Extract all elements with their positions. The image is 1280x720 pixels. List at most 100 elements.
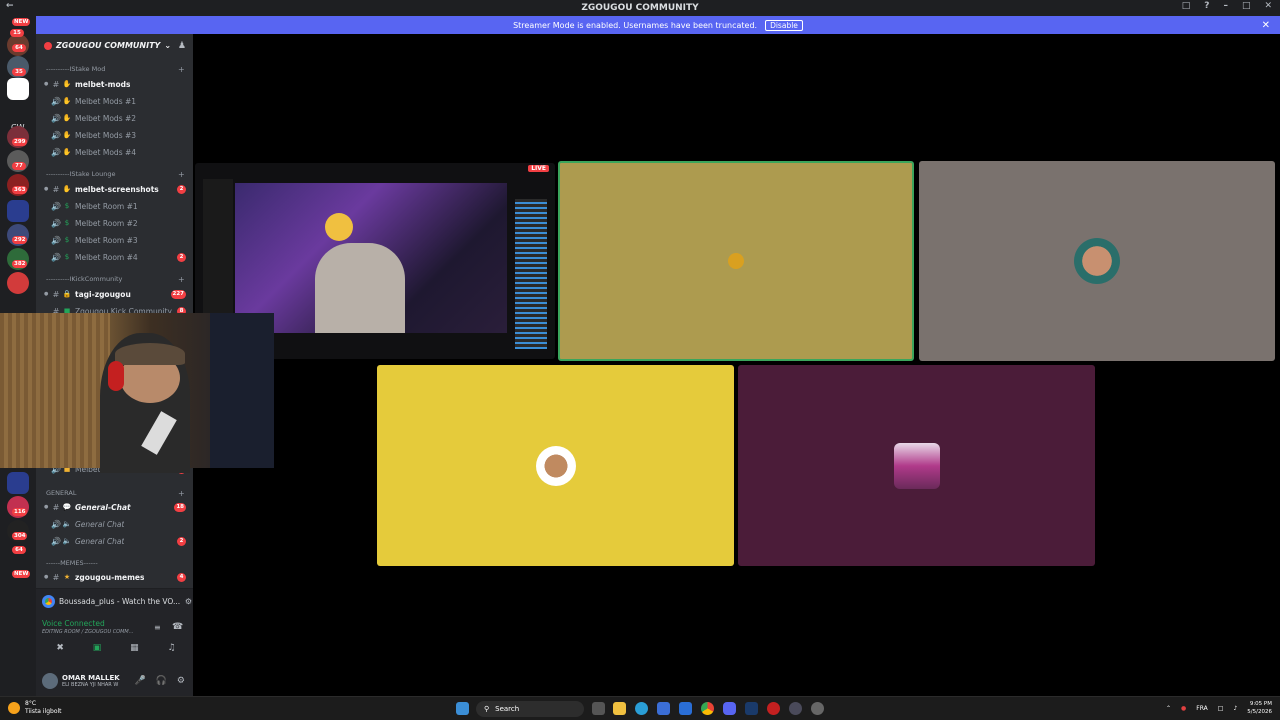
category-memes[interactable]: ------MEMES------ [46,559,98,567]
microphone-tray-icon[interactable]: ● [1181,705,1186,712]
minimize-button[interactable]: – [1223,1,1228,11]
channel-label: Melbet Room #4 [75,252,138,262]
guild-badge: 363 [12,186,28,194]
avatar[interactable] [42,673,58,689]
channel-item[interactable]: 🔊 ✋ Melbet Mods #4 [44,144,189,160]
participant-avatar [535,445,576,486]
channel-item[interactable]: 🔊 🔈 General Chat 2 [44,533,189,549]
channel-label: Melbet Room #3 [75,235,138,245]
category-stake-mod[interactable]: ----------IStake Mod + [46,65,185,74]
volume-icon[interactable]: ♪ [1233,705,1237,712]
store-icon[interactable] [657,702,670,715]
app-icon[interactable] [789,702,802,715]
channel-item[interactable]: ● # ✋ melbet-mods [44,76,189,92]
channel-item[interactable]: 🔊 ✋ Melbet Mods #1 [44,93,189,109]
folder-icon[interactable] [7,472,29,494]
category-kick-community[interactable]: ----------IKickCommunity + [46,275,185,284]
camera-off-icon[interactable]: ✖ [56,643,64,653]
user-info[interactable]: OMAR MALLEK ELI BEZNA YJI NHAR W [62,674,120,688]
taskbar-search[interactable]: ⚲ Search [476,701,584,717]
create-channel-icon[interactable]: + [178,170,185,179]
channel-item[interactable]: 🔊 $ Melbet Room #4 2 [44,249,189,265]
server-icon[interactable] [7,272,29,294]
channel-label: General Chat [75,519,125,529]
inbox-icon[interactable]: □ [1182,1,1191,11]
participant-tile[interactable] [738,365,1095,566]
channel-item[interactable]: 🔊 ✋ Melbet Mods #2 [44,110,189,126]
soundboard-icon[interactable]: ♫ [167,643,175,653]
clock[interactable]: 9:05 PM 5/5/2026 [1247,700,1272,716]
create-channel-icon[interactable]: + [178,489,185,498]
settings-icon[interactable] [811,702,824,715]
file-explorer-icon[interactable] [613,702,626,715]
speaker-icon: 🔊 [51,130,61,140]
channel-item[interactable]: ● # 🔒 tagi-zgougou 227 [44,286,189,302]
edge-icon[interactable] [635,702,648,715]
discord-taskbar-icon[interactable] [723,702,736,715]
participant-tile[interactable] [377,365,734,566]
active-server-icon[interactable] [7,78,29,100]
headphones-icon[interactable]: 🎧 [156,676,167,686]
channel-item[interactable]: 🔊 $ Melbet Room #2 [44,215,189,231]
clock-time: 9:05 PM [1249,701,1272,707]
task-view-icon[interactable] [592,702,605,715]
chrome-taskbar-icon[interactable] [701,702,714,715]
speaker-emoji-icon: 🔈 [62,520,72,528]
app-icon[interactable] [767,702,780,715]
create-channel-icon[interactable]: + [178,65,185,74]
speaker-emoji-icon: 🔈 [62,537,72,545]
disable-streamer-mode-button[interactable]: Disable [765,19,803,31]
disconnect-icon[interactable]: ☎ [172,622,183,632]
channel-item[interactable]: ● # 💬 General-Chat 18 [44,499,189,515]
mention-badge: 18 [174,502,186,512]
mention-badge: 4 [177,572,186,582]
streamer-mode-banner: Streamer Mode is enabled. Usernames have… [36,16,1280,34]
channel-item[interactable]: 🔊 🔈 General Chat [44,516,189,532]
participant-tile[interactable] [919,161,1275,361]
category-general[interactable]: GENERAL + [46,489,185,498]
language-indicator[interactable]: FRA [1196,705,1207,712]
system-tray: ⌃ ● FRA □ ♪ 9:05 PM 5/5/2026 [1166,700,1272,716]
channel-item[interactable]: 🔊 $ Melbet Room #1 [44,198,189,214]
banner-text: Streamer Mode is enabled. Usernames have… [513,20,758,30]
microphone-icon[interactable]: 🎤 [134,676,145,686]
voice-actions: ✖ ▣ ▦ ♫ [42,643,190,653]
channel-label: Melbet Room #1 [75,201,138,211]
add-user-icon[interactable]: ♟ [178,41,186,51]
voice-connected-status[interactable]: Voice Connected [42,619,105,628]
channel-item[interactable]: ● # ✋ melbet-screenshots 2 [44,181,189,197]
folder-icon[interactable] [7,200,29,222]
stream-settings-icon[interactable]: ⚙ [185,597,192,606]
window-title: ZGOUGOU COMMUNITY [581,3,699,13]
activity-text: Boussada_plus - Watch the VO... [59,596,181,606]
back-arrow-icon[interactable]: ← [6,1,14,11]
server-header[interactable]: ZGOUGOU COMMUNITY ⌄ [44,41,171,50]
maximize-button[interactable]: □ [1242,1,1251,11]
create-channel-icon[interactable]: + [178,275,185,284]
category-label: GENERAL [46,489,77,497]
windows-start-icon[interactable] [456,702,469,715]
close-banner-icon[interactable]: ✕ [1262,20,1270,31]
text-channel-icon: # [52,289,60,299]
noise-suppression-icon[interactable]: ≡ [154,623,161,632]
channel-label: melbet-mods [75,79,131,89]
activities-icon[interactable]: ▦ [130,643,139,653]
mention-badge: 227 [170,289,186,299]
steam-icon[interactable] [745,702,758,715]
screen-share-icon[interactable]: ▣ [93,643,102,653]
chevron-up-icon[interactable]: ⌃ [1166,705,1171,712]
mail-icon[interactable] [679,702,692,715]
weather-widget[interactable]: 8°C Tiista ilgbolt [8,700,62,716]
close-window-button[interactable]: ✕ [1264,1,1272,11]
participant-tile[interactable] [558,161,914,361]
channel-item[interactable]: 🔊 ✋ Melbet Mods #3 [44,127,189,143]
category-stake-lounge[interactable]: ----------IStake Lounge + [46,170,185,179]
help-icon[interactable]: ? [1204,1,1209,11]
text-channel-icon: # [52,502,60,512]
activity-row[interactable]: Boussada_plus - Watch the VO... ⚙ [42,593,192,609]
network-icon[interactable]: □ [1218,705,1224,712]
channel-item[interactable]: 🔊 $ Melbet Room #3 [44,232,189,248]
gear-icon[interactable]: ⚙ [177,676,185,686]
channel-item[interactable]: ● # ★ zgougou-memes 4 [44,569,189,585]
speaker-icon: 🔊 [51,252,61,262]
